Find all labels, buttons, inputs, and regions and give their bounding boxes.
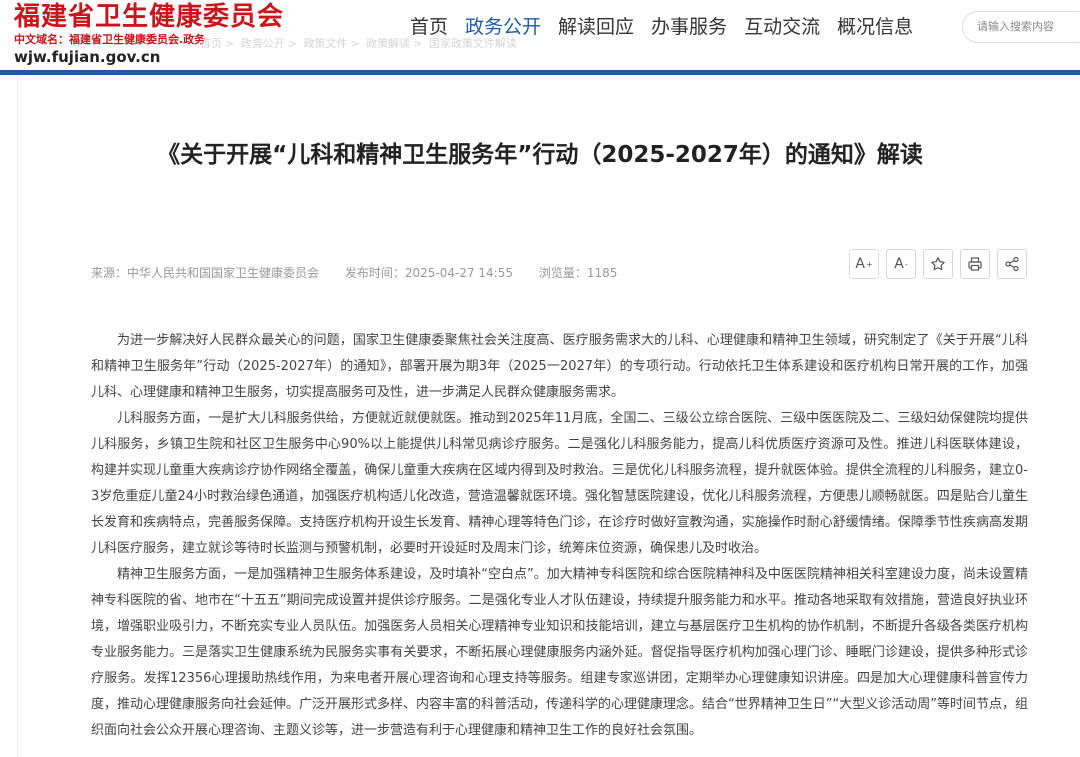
font-increase-icon[interactable]: A + — [849, 249, 879, 279]
article-paragraph: 精神卫生服务方面，一是加强精神卫生服务体系建设，及时填补“空白点”。加大精神专科… — [91, 567, 1028, 738]
main-nav: 首页 政务公开 解读回应 办事服务 互动交流 概况信息 — [410, 13, 930, 41]
font-decrease-icon[interactable]: A- — [886, 249, 916, 279]
nav-item-interaction[interactable]: 互动交流 — [744, 13, 820, 41]
article-title: 《关于开展“儿科和精神卫生服务年”行动（2025-2027年）的通知》解读 — [157, 142, 923, 168]
nav-item-government-affairs[interactable]: 政务公开 — [465, 13, 541, 41]
search-box — [962, 11, 1080, 43]
nav-item-overview[interactable]: 概况信息 — [837, 13, 913, 41]
article-publish-time: 发布时间：2025-04-27 14:55 — [344, 266, 513, 280]
breadcrumb-item[interactable]: 政务公开 — [241, 37, 285, 50]
article-paragraph: 为进一步解决好人民群众最关心的问题，国家卫生健康委聚焦社会关注度高、医疗服务需求… — [91, 333, 1028, 400]
logo-title: 福建省卫生健康委员会 — [14, 2, 285, 32]
breadcrumb-item[interactable]: 首页 — [200, 37, 222, 50]
share-icon[interactable] — [997, 249, 1027, 279]
star-icon[interactable] — [923, 249, 953, 279]
breadcrumb-item[interactable]: 政策解读 — [366, 37, 410, 50]
search-input[interactable] — [977, 20, 1080, 33]
article-body: 为进一步解决好人民群众最关心的问题，国家卫生健康委聚焦社会关注度高、医疗服务需求… — [91, 328, 1028, 744]
nav-item-services[interactable]: 办事服务 — [651, 13, 727, 41]
site-logo[interactable]: 福建省卫生健康委员会 中文域名：福建省卫生健康委员会.政务 wjw.fujian… — [14, 2, 314, 66]
article-views: 浏览量：1185 — [538, 266, 618, 280]
article-paragraph: 儿科服务方面，一是扩大儿科服务供给，方便就近就便就医。推动到2025年11月底，… — [91, 411, 1028, 556]
site-header: 福建省卫生健康委员会 中文域名：福建省卫生健康委员会.政务 wjw.fujian… — [0, 0, 1080, 70]
article-meta: 来源：中华人民共和国国家卫生健康委员会 发布时间：2025-04-27 14:5… — [91, 264, 639, 281]
breadcrumb-item[interactable]: 政策文件 — [303, 37, 347, 50]
printer-icon[interactable] — [960, 249, 990, 279]
nav-item-interpretation[interactable]: 解读回应 — [558, 13, 634, 41]
article-tools: A + A- — [849, 249, 1034, 279]
article-source: 来源：中华人民共和国国家卫生健康委员会 — [91, 266, 320, 280]
nav-item-home[interactable]: 首页 — [410, 13, 448, 41]
